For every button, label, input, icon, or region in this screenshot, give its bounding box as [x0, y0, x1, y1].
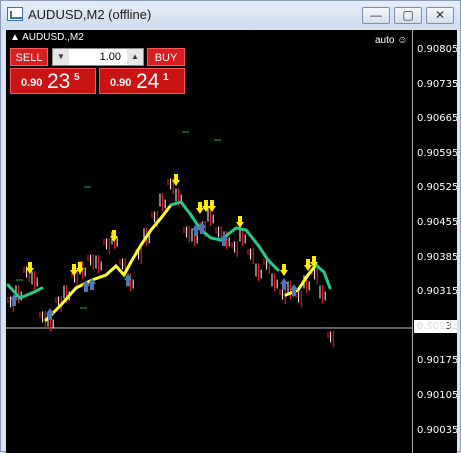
- price-tick-label: 0.90805: [417, 44, 457, 55]
- sell-signal-arrow-icon: [196, 202, 204, 214]
- price-tick-label: 0.90735: [417, 78, 457, 90]
- restore-button[interactable]: ▢: [394, 7, 422, 24]
- buy-signal-arrow-icon: [280, 278, 288, 290]
- title-bar[interactable]: AUDUSD,M2 (offline) — ▢ ✕: [1, 1, 460, 29]
- sell-button[interactable]: SELL: [10, 48, 48, 66]
- price-tick-label: 0.90455: [417, 217, 457, 228]
- price-tick-label: 0.90525: [417, 182, 457, 194]
- ma-line-down: [314, 263, 332, 290]
- lot-increase-icon[interactable]: ▲: [127, 49, 143, 65]
- chart-area[interactable]: ▲ AUDUSD.,M2 auto ☺ SELL ▼ 1.00 ▲ BUY 0.…: [6, 30, 457, 453]
- window-title: AUDUSD,M2 (offline): [28, 7, 152, 22]
- minimize-button[interactable]: —: [362, 7, 390, 24]
- sell-price-big: 23: [47, 70, 71, 93]
- symbol-text: AUDUSD.,M2: [22, 32, 84, 43]
- buy-button[interactable]: BUY: [147, 48, 185, 66]
- buy-price-big: 24: [136, 70, 160, 93]
- chart-window: AUDUSD,M2 (offline) — ▢ ✕ ▲ AUDUSD.,M2 a…: [0, 0, 461, 453]
- auto-text: auto: [375, 35, 395, 46]
- lot-value[interactable]: 1.00: [100, 51, 121, 63]
- buy-price-button[interactable]: 0.90 24 1: [99, 68, 185, 94]
- sell-signal-arrow-icon: [208, 200, 216, 212]
- sell-price-button[interactable]: 0.90 23 5: [10, 68, 96, 94]
- price-tick-label: 0.90385: [417, 251, 457, 263]
- price-tick-label: 0.90175: [417, 355, 457, 367]
- symbol-label: ▲ AUDUSD.,M2: [10, 32, 84, 43]
- price-tick-label: 0.90035: [417, 424, 457, 436]
- lot-size-field[interactable]: ▼ 1.00 ▲: [52, 48, 144, 66]
- buy-price-prefix: 0.90: [110, 77, 132, 89]
- ma-line-up: [44, 203, 173, 322]
- price-axis[interactable]: 0.90235 0.90805 0.90735 0.90665 0.90595 0.90…: [412, 30, 457, 453]
- chart-window-icon: [7, 7, 23, 21]
- sell-price-sup: 5: [74, 72, 80, 83]
- price-tick-label: 0.90315: [417, 286, 457, 298]
- sell-signal-arrow-icon: [280, 264, 288, 276]
- sell-price-prefix: 0.90: [21, 77, 43, 89]
- lot-decrease-icon[interactable]: ▼: [53, 49, 69, 65]
- buy-price-sup: 1: [163, 72, 169, 83]
- price-tick-label: 0.90665: [417, 113, 457, 125]
- price-tick-label: 0.90105: [417, 390, 457, 401]
- price-tick-label: 0.90595: [417, 147, 457, 159]
- sell-signal-arrow-icon: [236, 216, 244, 228]
- auto-label[interactable]: auto ☺: [375, 35, 407, 46]
- price-tick-label: 0.90245: [417, 320, 457, 332]
- smiley-icon: ☺: [397, 35, 408, 46]
- close-button[interactable]: ✕: [426, 7, 454, 24]
- sell-signal-arrow-icon: [26, 262, 34, 274]
